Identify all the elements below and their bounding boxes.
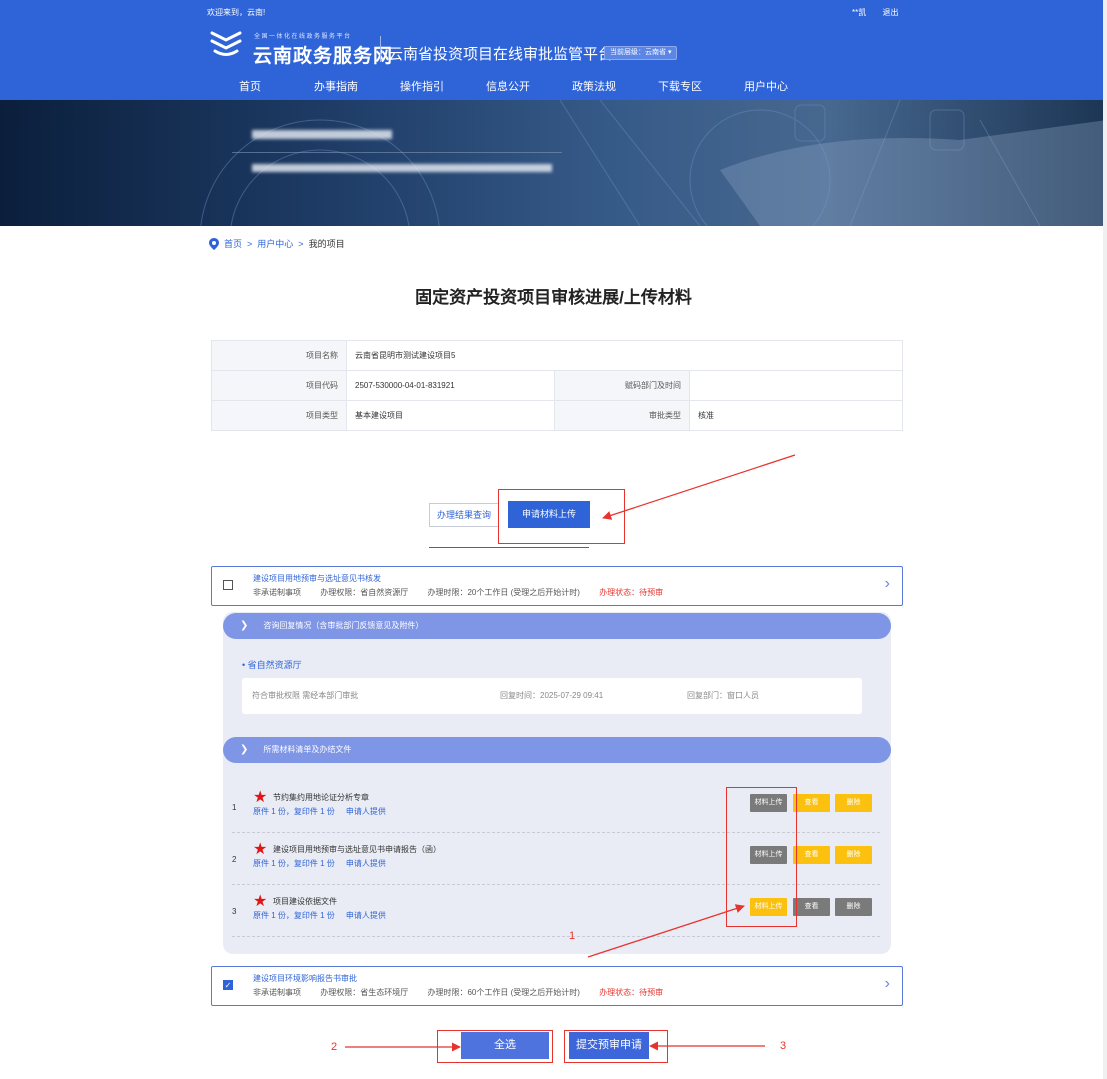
annotation-arrows [345, 454, 796, 1052]
scrollbar[interactable] [1103, 0, 1107, 1079]
